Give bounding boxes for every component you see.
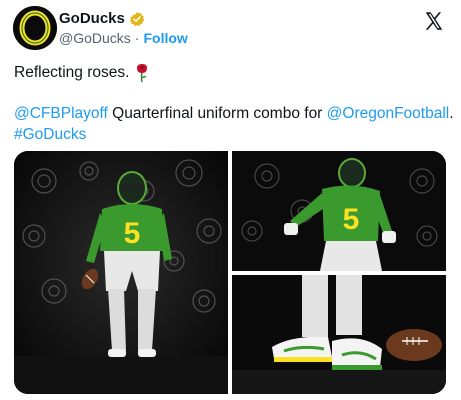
player-crouching-illustration: 5 (232, 151, 446, 271)
post-text-reflecting: Reflecting roses. (14, 64, 130, 81)
author-handle[interactable]: @GoDucks (59, 30, 131, 46)
tweet-card: GoDucks @GoDucks · Follow Reflecting ros… (0, 0, 461, 400)
post-text-line-1: Reflecting roses. (14, 63, 150, 83)
cleats-and-football-illustration (232, 275, 446, 394)
post-text-period: . (449, 105, 454, 122)
player-crouching-photo[interactable]: 5 (232, 151, 446, 271)
mention-cfbplayoff[interactable]: @CFBPlayoff (14, 105, 108, 122)
cleats-and-football-photo[interactable] (232, 275, 446, 394)
verified-badge-icon (129, 11, 145, 26)
player-standing-photo[interactable]: 5 (14, 151, 228, 394)
oregon-o-logo-icon (13, 6, 57, 50)
author-name[interactable]: GoDucks (59, 10, 125, 27)
author-name-row: GoDucks (59, 10, 145, 27)
x-logo-icon[interactable] (423, 10, 445, 32)
player-standing-illustration: 5 (14, 151, 228, 394)
follow-button[interactable]: Follow (143, 30, 187, 46)
separator-dot: · (134, 30, 140, 46)
post-text-body: @CFBPlayoff Quarterfinal uniform combo f… (14, 103, 454, 145)
player-crouching-jersey-number: 5 (343, 203, 360, 236)
post-text-quarterfinal: Quarterfinal uniform combo for (107, 105, 327, 122)
media-grid: 5 5 (14, 151, 446, 394)
author-handle-row: @GoDucks · Follow (59, 30, 188, 46)
player-standing-jersey-number: 5 (124, 217, 141, 250)
avatar[interactable] (13, 6, 57, 50)
hashtag-goducks[interactable]: #GoDucks (14, 126, 86, 143)
rose-icon (137, 64, 148, 83)
mention-oregonfootball[interactable]: @OregonFootball (327, 105, 450, 122)
